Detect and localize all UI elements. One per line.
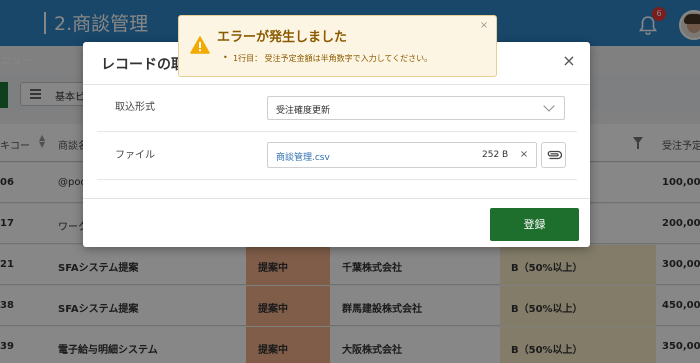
file-name-link[interactable]: 商談管理.csv bbox=[276, 150, 330, 163]
paperclip-icon bbox=[547, 150, 562, 160]
error-message-list: 1行目： 受注予定金額は半角数字で入力してください。 bbox=[223, 53, 432, 64]
divider bbox=[97, 179, 577, 180]
error-message: 1行目： 受注予定金額は半角数字で入力してください。 bbox=[223, 53, 432, 64]
file-size: 252 B bbox=[482, 150, 509, 160]
chevron-down-icon bbox=[543, 100, 555, 112]
divider bbox=[97, 131, 577, 132]
modal-close-button[interactable]: × bbox=[560, 52, 578, 70]
error-title: エラーが発生しました bbox=[217, 30, 348, 45]
file-remove-button[interactable]: × bbox=[518, 148, 530, 162]
import-format-label: 取込形式 bbox=[115, 102, 155, 113]
file-label: ファイル bbox=[115, 150, 155, 161]
warning-icon bbox=[190, 36, 210, 54]
import-format-select[interactable]: 受注確度更新 bbox=[267, 96, 565, 120]
attach-file-button[interactable] bbox=[541, 142, 566, 168]
file-input[interactable]: 商談管理.csv 252 B × bbox=[267, 142, 537, 168]
error-notification: エラーが発生しました × 1行目： 受注予定金額は半角数字で入力してください。 bbox=[178, 15, 497, 77]
error-close-button[interactable]: × bbox=[478, 20, 490, 32]
modal-title: レコードの取 bbox=[101, 57, 185, 73]
submit-button[interactable]: 登録 bbox=[490, 208, 579, 241]
divider bbox=[83, 198, 590, 199]
import-format-value: 受注確度更新 bbox=[276, 106, 331, 116]
divider bbox=[83, 84, 590, 85]
